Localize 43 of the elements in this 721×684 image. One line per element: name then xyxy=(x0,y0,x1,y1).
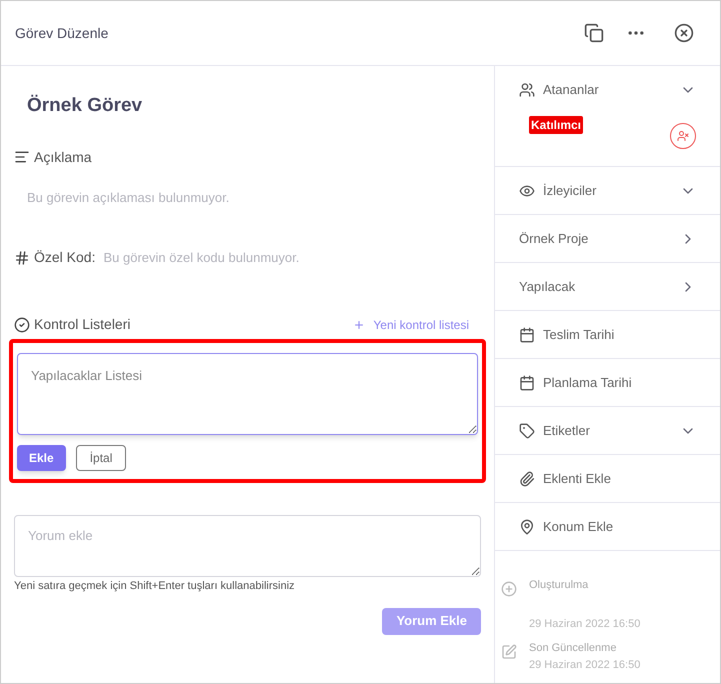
remove-user-icon[interactable] xyxy=(670,123,696,149)
comment-hint: Yeni satıra geçmek için Shift+Enter tuşları kullanabilirsiniz xyxy=(14,579,296,594)
meta-label: Oluşturulma xyxy=(529,578,590,593)
sidebar-item[interactable]: Planlama Tarihi xyxy=(543,372,696,392)
comment-field[interactable]: Yorum ekle xyxy=(14,515,481,577)
tag-icon xyxy=(519,422,535,438)
sidebar-item[interactable]: Konum Ekle xyxy=(543,516,696,536)
new-checklist-link[interactable]: Yeni kontrol listesi xyxy=(353,316,469,334)
calendar-icon xyxy=(519,374,535,390)
meta-label: Son Güncellenme xyxy=(529,641,618,656)
plus-icon xyxy=(353,318,366,330)
users-icon xyxy=(519,82,535,98)
close-icon[interactable] xyxy=(674,23,694,43)
meta-date: 29 Haziran 2022 16:50 xyxy=(529,658,640,672)
copy-icon[interactable] xyxy=(584,23,604,43)
calendar-icon xyxy=(519,326,535,342)
checklist-name-field[interactable]: Yapılacaklar Listesi xyxy=(17,353,478,435)
section-title: Özel Kod: xyxy=(34,248,96,267)
cancel-button[interactable]: İptal xyxy=(76,445,126,471)
paperclip-icon xyxy=(519,470,535,486)
check-circle-icon xyxy=(14,316,30,332)
task-title: Örnek Görev xyxy=(27,94,144,118)
plus-circle-icon xyxy=(501,581,517,597)
sidebar-item[interactable]: Teslim Tarihi xyxy=(543,324,696,344)
sidebar-item[interactable]: Yapılacak xyxy=(519,276,672,296)
text-lines-icon xyxy=(14,149,30,165)
sidebar-item[interactable]: İzleyiciler xyxy=(543,180,672,200)
sidebar-item[interactable]: Eklenti Ekle xyxy=(543,468,696,488)
add-button[interactable]: Ekle xyxy=(17,445,66,471)
section-title: Açıklama xyxy=(34,148,92,167)
hash-icon xyxy=(14,250,30,266)
participant-label: Katılımcı xyxy=(529,116,584,134)
edit-icon xyxy=(501,644,517,660)
eye-icon xyxy=(519,182,535,198)
sidebar-item[interactable]: Atananlar xyxy=(543,80,672,100)
empty-custom-code: Bu görevin özel kodu bulunmuyor. xyxy=(103,248,300,267)
sidebar-item[interactable]: Örnek Proje xyxy=(519,228,672,248)
sidebar-item[interactable]: Etiketler xyxy=(543,420,672,440)
meta-date: 29 Haziran 2022 16:50 xyxy=(529,616,640,632)
section-title: Kontrol Listeleri xyxy=(34,315,132,334)
empty-description: Bu görevin açıklaması bulunmuyor. xyxy=(27,188,230,207)
window-title: Görev Düzenle xyxy=(15,24,110,42)
map-pin-icon xyxy=(519,518,535,534)
